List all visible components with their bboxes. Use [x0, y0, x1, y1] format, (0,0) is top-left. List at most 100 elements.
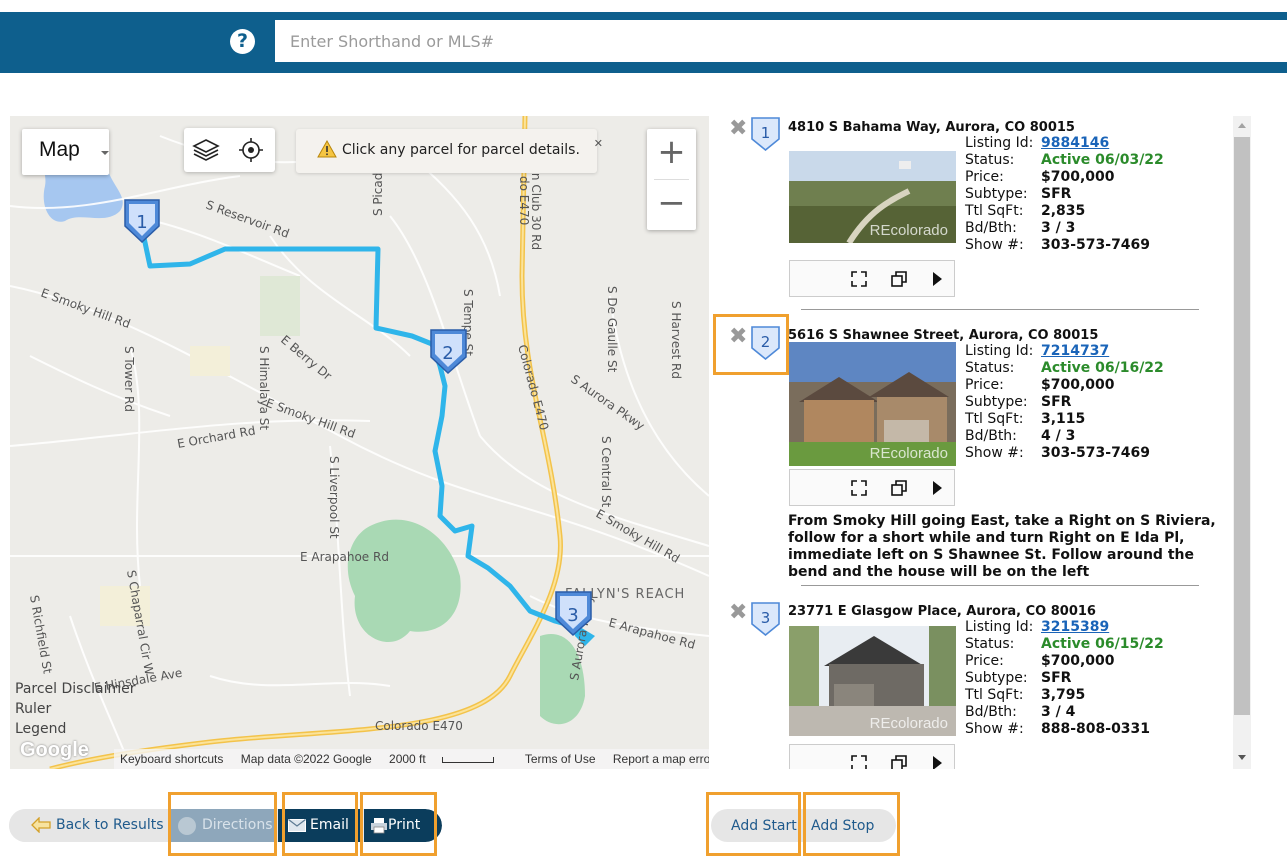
svg-text:S Central St: S Central St [599, 436, 613, 508]
listing-divider [801, 585, 1199, 586]
report-error-link[interactable]: Report a map error [613, 752, 709, 766]
photo-watermark: REcolorado [869, 222, 948, 239]
show-label: Show #: [965, 721, 1024, 737]
price-label: Price: [965, 377, 1004, 393]
bdbth-label: Bd/Bth: [965, 428, 1017, 444]
legend-link[interactable]: Legend [15, 719, 136, 739]
show-value: 888-808-0331 [1041, 721, 1151, 737]
close-icon[interactable]: ✕ [594, 137, 603, 150]
warning-icon [317, 140, 337, 158]
listings-panel[interactable]: ✖ 1 4810 S Bahama Way, Aurora, CO 80015 … [716, 116, 1252, 769]
keyboard-shortcuts-link[interactable]: Keyboard shortcuts [120, 752, 223, 766]
bdbth-label: Bd/Bth: [965, 704, 1017, 720]
subtype-value: SFR [1041, 670, 1072, 686]
highlight-box [706, 792, 801, 856]
scale-indicator[interactable]: 2000 ft [389, 752, 508, 766]
scroll-down-icon[interactable] [1238, 755, 1246, 760]
expand-icon[interactable] [851, 480, 867, 496]
status-value: Active 06/15/22 [1041, 636, 1164, 652]
map-canvas[interactable]: S Reservoir Rd S Picadilly E Smoky Hill … [10, 116, 709, 769]
status-label: Status: [965, 152, 1015, 168]
google-logo: Google [20, 739, 89, 761]
expand-icon[interactable] [851, 271, 867, 287]
scroll-up-icon[interactable] [1238, 123, 1246, 128]
listing-photo[interactable]: REcolorado [789, 626, 956, 736]
map-type-dropdown[interactable]: Map [22, 129, 109, 175]
zoom-out-button[interactable]: − [647, 180, 696, 230]
listing-id-link[interactable]: 3215389 [1041, 619, 1109, 635]
bdbth-value: 4 / 3 [1041, 428, 1076, 444]
ruler-link[interactable]: Ruler [15, 699, 136, 719]
scrollbar-thumb[interactable] [1234, 137, 1250, 715]
svg-text:S Himalaya St: S Himalaya St [257, 346, 271, 430]
back-to-results-button[interactable]: Back to Results [9, 809, 169, 842]
help-icon[interactable]: ? [230, 29, 255, 54]
highlight-box [168, 792, 277, 856]
remove-stop-icon[interactable]: ✖ [729, 602, 747, 624]
chevron-down-icon [101, 151, 109, 155]
show-value: 303-573-7469 [1041, 445, 1151, 461]
remove-stop-icon[interactable]: ✖ [729, 118, 747, 140]
zoom-in-button[interactable]: + [647, 129, 696, 179]
scale-bar [441, 756, 494, 763]
search-input[interactable] [275, 20, 1287, 62]
svg-text:Colorado E470: Colorado E470 [375, 719, 463, 733]
svg-text:3: 3 [761, 609, 771, 627]
back-arrow-icon [31, 817, 51, 833]
svg-text:2: 2 [442, 343, 453, 364]
bdbth-value: 3 / 3 [1041, 220, 1076, 236]
play-icon[interactable] [929, 480, 945, 496]
map-data-text: Map data ©2022 Google [240, 752, 372, 766]
driving-directions: From Smoky Hill going East, take a Right… [788, 513, 1216, 580]
locate-icon[interactable] [237, 136, 265, 164]
listing-photo[interactable]: REcolorado [789, 342, 956, 466]
listings-scrollbar[interactable] [1233, 116, 1251, 769]
listing-id-label: Listing Id: [965, 619, 1034, 635]
listing-id-link[interactable]: 9884146 [1041, 135, 1109, 151]
copy-icon[interactable] [891, 755, 907, 769]
svg-text:S Liverpool St: S Liverpool St [327, 456, 341, 539]
listing-id-label: Listing Id: [965, 343, 1034, 359]
price-value: $700,000 [1041, 377, 1115, 393]
play-icon[interactable] [929, 755, 945, 769]
show-label: Show #: [965, 445, 1024, 461]
stop-marker-icon: 1 [751, 117, 780, 151]
listing-address: 23771 E Glasgow Place, Aurora, CO 80016 [788, 604, 1096, 619]
subtype-value: SFR [1041, 394, 1072, 410]
svg-text:S Harvest Rd: S Harvest Rd [669, 301, 683, 379]
map-view[interactable]: S Reservoir Rd S Picadilly E Smoky Hill … [10, 116, 709, 769]
copy-icon[interactable] [891, 480, 907, 496]
show-value: 303-573-7469 [1041, 237, 1151, 253]
parcel-notice: Click any parcel for parcel details. ✕ [296, 129, 603, 173]
top-bar: ? [0, 12, 1287, 73]
photo-watermark: REcolorado [869, 715, 948, 732]
listing-actions [789, 744, 955, 769]
sqft-value: 3,115 [1041, 411, 1086, 427]
back-label: Back to Results [56, 817, 164, 833]
listing-divider [801, 309, 1199, 310]
sqft-label: Ttl SqFt: [965, 203, 1024, 219]
bdbth-value: 3 / 4 [1041, 704, 1076, 720]
subtype-value: SFR [1041, 186, 1072, 202]
svg-text:E Arapahoe Rd: E Arapahoe Rd [300, 550, 389, 564]
layers-icon[interactable] [192, 136, 220, 164]
parcel-disclaimer-link[interactable]: Parcel Disclaimer [15, 679, 136, 699]
copy-icon[interactable] [891, 271, 907, 287]
listing-id-link[interactable]: 7214737 [1041, 343, 1109, 359]
status-value: Active 06/03/22 [1041, 152, 1164, 168]
map-type-label: Map [39, 138, 80, 161]
listing-photo[interactable]: REcolorado [789, 151, 956, 243]
listing-details: Listing Id: 9884146 Status: Active 06/03/2… [965, 135, 1164, 254]
bdbth-label: Bd/Bth: [965, 220, 1017, 236]
expand-icon[interactable] [851, 755, 867, 769]
terms-link[interactable]: Terms of Use [525, 752, 596, 766]
price-label: Price: [965, 169, 1004, 185]
subtype-label: Subtype: [965, 186, 1028, 202]
photo-watermark: REcolorado [869, 445, 948, 462]
notice-text: Click any parcel for parcel details. [342, 142, 580, 158]
price-value: $700,000 [1041, 653, 1115, 669]
show-label: Show #: [965, 237, 1024, 253]
subtype-label: Subtype: [965, 670, 1028, 686]
status-label: Status: [965, 636, 1015, 652]
play-icon[interactable] [929, 271, 945, 287]
